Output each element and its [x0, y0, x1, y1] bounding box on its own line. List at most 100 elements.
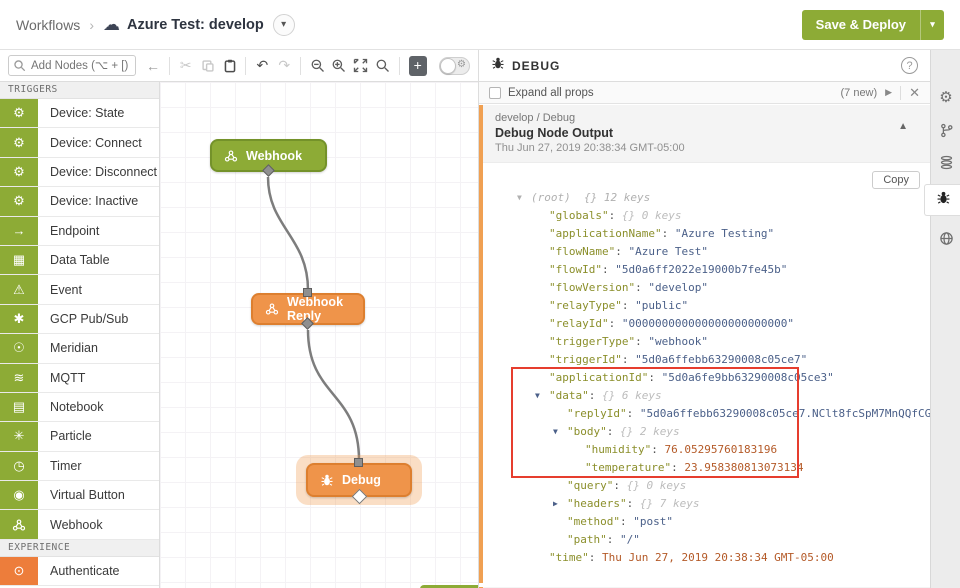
- mqtt-icon: ≋: [0, 364, 38, 392]
- palette-item-mqtt[interactable]: ≋MQTT: [0, 364, 159, 393]
- palette-item-particle[interactable]: ✳Particle: [0, 422, 159, 451]
- collapse-entry-arrow[interactable]: ▲: [898, 121, 908, 132]
- palette-item-notebook[interactable]: ▤Notebook: [0, 393, 159, 422]
- data-table-icon: ▦: [0, 246, 38, 274]
- toolbar-divider: [399, 57, 400, 75]
- palette-item-authenticate[interactable]: ⊙Authenticate: [0, 557, 159, 586]
- palette-section-header: EXPERIENCE: [0, 540, 159, 557]
- search-canvas-button[interactable]: [372, 54, 394, 78]
- input-connector[interactable]: [303, 288, 312, 297]
- palette-item-device-disconnect[interactable]: ⚙Device: Disconnect: [0, 158, 159, 187]
- application-globe-icon[interactable]: [931, 223, 960, 253]
- right-tab-strip: ⚙: [930, 50, 960, 588]
- virtual-button-icon: ◉: [0, 481, 38, 509]
- jump-to-latest-icon[interactable]: ▶: [885, 87, 892, 98]
- save-deploy-caret[interactable]: ▾: [920, 10, 944, 40]
- editor-toolbar: ← ✂ ↶ ↷ + ⚙: [0, 50, 478, 82]
- input-connector[interactable]: [354, 458, 363, 467]
- debug-entry-title: Debug Node Output: [495, 125, 918, 141]
- debug-options-row: Expand all props (7 new) ▶ ✕: [479, 82, 930, 104]
- palette-item-webhook[interactable]: Webhook: [0, 510, 159, 539]
- toggle-gear-icon: ⚙: [457, 59, 466, 70]
- event-icon: ⚠: [0, 275, 38, 303]
- flow-version-dropdown[interactable]: ▾: [273, 14, 295, 36]
- device-inactive-icon: ⚙: [0, 187, 38, 215]
- expand-arrow-icon[interactable]: ▼: [535, 387, 549, 405]
- json-line-applicationName: "applicationName": "Azure Testing": [483, 225, 930, 243]
- debug-panel: Expand all props (7 new) ▶ ✕ develop / D…: [478, 82, 930, 588]
- cut-button[interactable]: ✂: [175, 54, 197, 78]
- zoom-in-button[interactable]: [328, 54, 350, 78]
- fit-to-screen-button[interactable]: [350, 54, 372, 78]
- json-line-replyId: "replyId": "5d0a6ffebb63290008c05ce7.NCl…: [483, 405, 930, 423]
- palette-item-label: GCP Pub/Sub: [38, 305, 159, 333]
- json-line-applicationId: "applicationId": "5d0a6fe9bb63290008c05c…: [483, 369, 930, 387]
- node-palette-toggle[interactable]: ⚙: [439, 57, 470, 75]
- palette-item-label: Notebook: [38, 393, 159, 421]
- webhook-icon: [224, 149, 238, 163]
- breadcrumb-workflows-link[interactable]: Workflows: [16, 17, 80, 33]
- json-line-relayType: "relayType": "public": [483, 297, 930, 315]
- debug-entry-header[interactable]: develop / Debug Debug Node Output Thu Ju…: [483, 105, 930, 163]
- undo-button[interactable]: ↶: [251, 54, 273, 78]
- palette-item-data-table[interactable]: ▦Data Table: [0, 246, 159, 275]
- palette-item-label: Particle: [38, 422, 159, 450]
- json-line-headers[interactable]: ▶"headers": {} 7 keys: [483, 495, 930, 513]
- bug-icon: [320, 473, 334, 487]
- palette-item-endpoint[interactable]: →Endpoint: [0, 217, 159, 246]
- node-label: Webhook: [246, 149, 302, 163]
- json-line-body[interactable]: ▼"body": {} 2 keys: [483, 423, 930, 441]
- redo-button[interactable]: ↷: [273, 54, 295, 78]
- notebook-icon: ▤: [0, 393, 38, 421]
- search-icon: [13, 59, 26, 72]
- expand-arrow-icon[interactable]: ▼: [517, 189, 531, 207]
- palette-item-meridian[interactable]: ☉Meridian: [0, 334, 159, 363]
- cloud-icon: ☁: [103, 15, 120, 35]
- webhook-icon: [0, 510, 38, 538]
- add-note-button[interactable]: +: [409, 56, 427, 76]
- copy-nodes-button[interactable]: [197, 54, 219, 78]
- palette-item-device-state[interactable]: ⚙Device: State: [0, 99, 159, 128]
- webhook-icon: [265, 302, 279, 316]
- palette-item-label: Virtual Button: [38, 481, 159, 509]
- palette-item-label: Timer: [38, 452, 159, 480]
- palette-item-device-connect[interactable]: ⚙Device: Connect: [0, 128, 159, 157]
- copy-button[interactable]: Copy: [872, 171, 920, 189]
- zoom-out-button[interactable]: [306, 54, 328, 78]
- expand-all-props-checkbox[interactable]: [489, 87, 501, 99]
- json-line-flowName: "flowName": "Azure Test": [483, 243, 930, 261]
- json-line-path: "path": "/": [483, 531, 930, 549]
- versions-branch-icon[interactable]: [931, 115, 960, 145]
- palette-item-device-inactive[interactable]: ⚙Device: Inactive: [0, 187, 159, 216]
- toolbar-divider: [300, 57, 301, 75]
- json-line-data[interactable]: ▼"data": {} 6 keys: [483, 387, 930, 405]
- palette-item-gcp-pubsub[interactable]: ✱GCP Pub/Sub: [0, 305, 159, 334]
- node-palette-sidebar: TRIGGERS⚙Device: State⚙Device: Connect⚙D…: [0, 82, 160, 588]
- palette-section-header: TRIGGERS: [0, 82, 159, 99]
- json-line-query[interactable]: "query": {} 0 keys: [483, 477, 930, 495]
- palette-item-label: Webhook: [38, 510, 159, 538]
- json-line-root[interactable]: ▼(root) {} 12 keys: [483, 189, 930, 207]
- settings-gear-icon[interactable]: ⚙: [931, 82, 960, 112]
- debug-panel-header: DEBUG ?: [478, 50, 930, 82]
- palette-item-label: Event: [38, 275, 159, 303]
- add-nodes-search-input[interactable]: [8, 55, 136, 76]
- save-deploy-button[interactable]: Save & Deploy ▾: [802, 10, 944, 40]
- back-arrow-button[interactable]: ←: [142, 54, 164, 78]
- expand-arrow-icon[interactable]: ▶: [553, 495, 567, 513]
- debug-tab-active[interactable]: [924, 184, 960, 216]
- json-line-globals[interactable]: "globals": {} 0 keys: [483, 207, 930, 225]
- storage-database-icon[interactable]: [931, 147, 960, 177]
- close-debug-icon[interactable]: ✕: [909, 85, 920, 101]
- palette-item-event[interactable]: ⚠Event: [0, 275, 159, 304]
- palette-item-label: Authenticate: [38, 557, 159, 585]
- workflow-canvas[interactable]: WebhookWebhook ReplyDebug: [160, 82, 478, 588]
- expand-arrow-icon[interactable]: ▼: [553, 423, 567, 441]
- paste-button[interactable]: [219, 54, 241, 78]
- divider: [900, 86, 901, 100]
- device-disconnect-icon: ⚙: [0, 158, 38, 186]
- debug-entry-timestamp: Thu Jun 27, 2019 20:38:34 GMT-05:00: [495, 141, 918, 155]
- palette-item-timer[interactable]: ◷Timer: [0, 452, 159, 481]
- help-icon[interactable]: ?: [901, 57, 918, 74]
- palette-item-virtual-button[interactable]: ◉Virtual Button: [0, 481, 159, 510]
